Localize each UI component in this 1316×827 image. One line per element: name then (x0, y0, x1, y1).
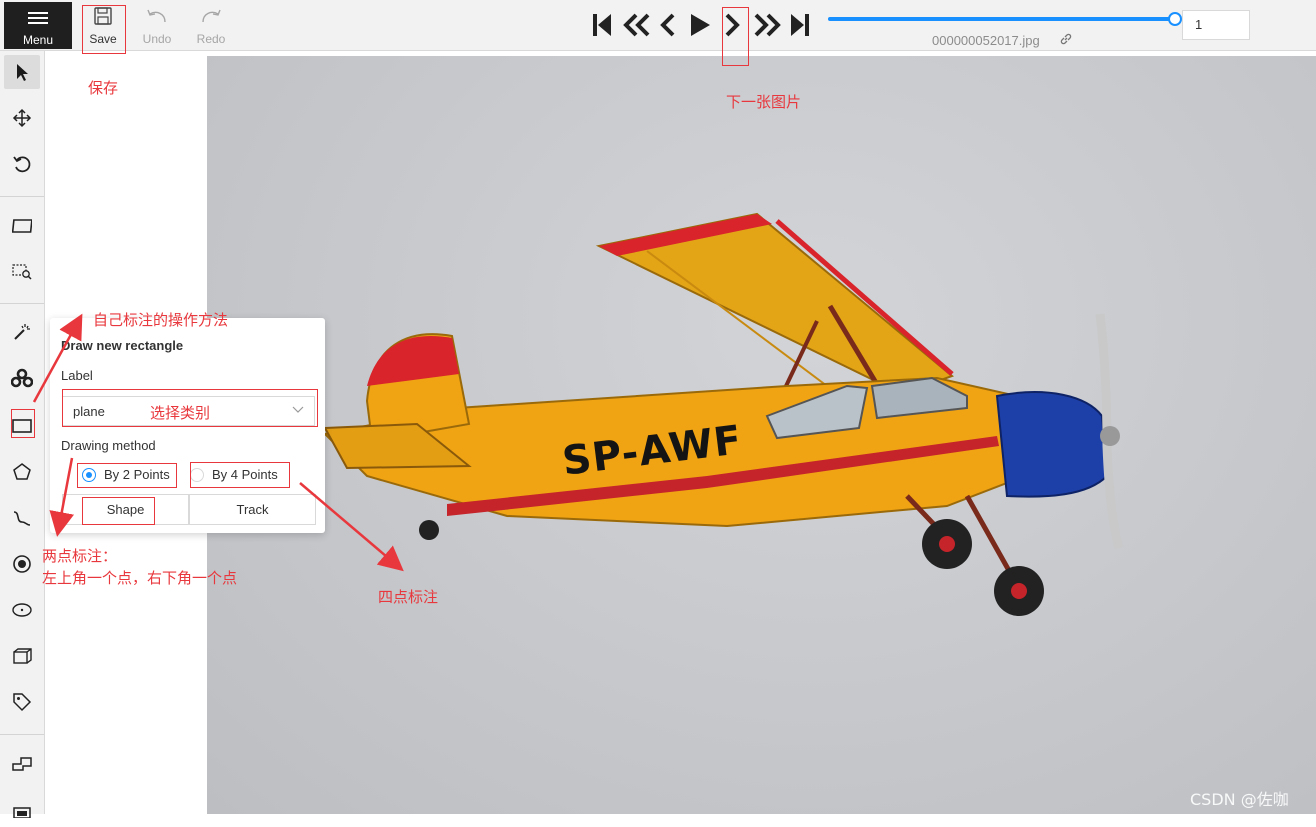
zoom-region-icon (12, 264, 32, 280)
draw-points-tool[interactable] (4, 547, 40, 581)
shape-highlight-box (82, 497, 155, 525)
opencv-tool[interactable] (4, 361, 40, 395)
undo-button[interactable]: Undo (135, 4, 179, 48)
setup-tag-tool[interactable] (4, 685, 40, 719)
previous-frame-icon[interactable] (656, 10, 678, 40)
track-button[interactable]: Track (189, 494, 316, 525)
undo-icon (147, 9, 166, 23)
sidebar-divider (0, 734, 44, 735)
four-points-highlight-box (190, 462, 290, 488)
drawing-method-caption: Drawing method (61, 438, 156, 453)
play-icon[interactable] (686, 10, 714, 40)
link-icon[interactable] (1059, 32, 1073, 46)
save-note: 保存 (88, 79, 119, 97)
save-highlight-box (82, 5, 126, 54)
two-point-note-line1: 两点标注： (42, 547, 118, 565)
move-icon (12, 108, 32, 128)
last-frame-icon[interactable] (788, 10, 812, 40)
fast-backward-icon[interactable] (620, 10, 652, 40)
cuboid-icon (13, 648, 32, 664)
points-icon (13, 555, 31, 573)
four-point-note: 四点标注 (378, 588, 439, 606)
airplane-image (322, 212, 1124, 616)
top-toolbar: Menu Save Undo Redo 1 000000052017.jpg (0, 0, 1316, 51)
frame-slider-handle[interactable] (1168, 12, 1182, 26)
group-tool[interactable] (4, 793, 40, 827)
polyline-icon (13, 511, 31, 526)
polygon-icon (13, 463, 31, 480)
magic-wand-icon (14, 324, 30, 340)
manual-method-note: 自己标注的操作方法 (93, 311, 229, 329)
popover-title: Draw new rectangle (61, 338, 184, 353)
redo-label: Redo (196, 32, 226, 46)
watermark: CSDN @佐咖 (1190, 790, 1289, 809)
fit-image-icon (12, 219, 32, 233)
opencv-icon (11, 368, 33, 388)
tag-icon (13, 693, 32, 712)
next-image-note: 下一张图片 (726, 93, 802, 111)
two-point-note-line2: 左上角一个点，右下角一个点 (42, 569, 238, 587)
sidebar-divider (0, 196, 44, 197)
select-class-note: 选择类别 (150, 404, 211, 422)
menu-label: Menu (22, 33, 54, 47)
group-icon (13, 807, 31, 818)
fit-image-tool[interactable] (4, 209, 40, 243)
undo-label: Undo (142, 32, 172, 46)
two-points-highlight-box (77, 463, 177, 488)
fast-forward-icon[interactable] (752, 10, 784, 40)
ellipse-icon (12, 603, 32, 617)
hamburger-icon (28, 12, 48, 24)
filename-label: 000000052017.jpg (932, 33, 1040, 48)
first-frame-icon[interactable] (590, 10, 614, 40)
magic-wand-tool[interactable] (4, 315, 40, 349)
merge-icon (12, 757, 32, 771)
draw-polygon-tool[interactable] (4, 455, 40, 489)
annotation-canvas[interactable]: SP-AWF (207, 56, 1316, 814)
cursor-tool[interactable] (4, 55, 40, 89)
label-caption: Label (61, 368, 93, 383)
redo-button[interactable]: Redo (189, 4, 233, 48)
next-frame-highlight-box (722, 7, 749, 66)
frame-slider[interactable] (828, 17, 1176, 21)
rotate-tool[interactable] (4, 147, 40, 181)
menu-button[interactable]: Menu (4, 2, 72, 49)
frame-number-input[interactable]: 1 (1182, 10, 1250, 40)
draw-polyline-tool[interactable] (4, 501, 40, 535)
draw-ellipse-tool[interactable] (4, 593, 40, 627)
rectangle-tool-highlight-box (11, 409, 35, 438)
rotate-icon (13, 156, 31, 173)
move-tool[interactable] (4, 101, 40, 135)
sidebar-divider (0, 303, 44, 304)
cursor-icon (17, 64, 28, 81)
draw-cuboid-tool[interactable] (4, 639, 40, 673)
redo-icon (202, 9, 221, 23)
merge-tool[interactable] (4, 747, 40, 781)
zoom-region-tool[interactable] (4, 255, 40, 289)
